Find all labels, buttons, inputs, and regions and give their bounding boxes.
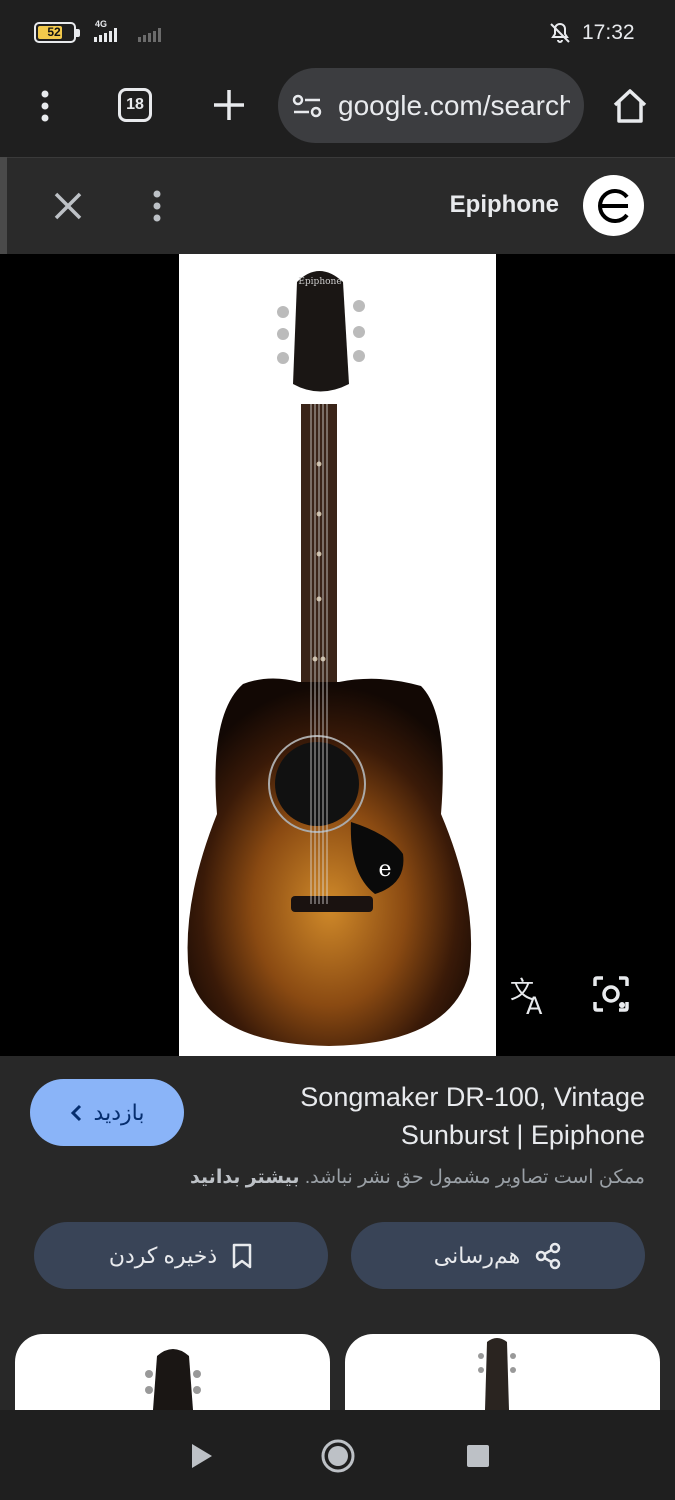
image-viewer-header: Epiphone — [0, 157, 675, 254]
source-logo[interactable] — [583, 175, 644, 236]
status-bar: 52 4G 17:32 — [0, 0, 675, 64]
clock: 17:32 — [582, 21, 635, 44]
close-icon[interactable] — [50, 188, 86, 224]
save-label: ذخیره کردن — [108, 1242, 218, 1268]
recents-icon[interactable] — [458, 1436, 498, 1476]
battery-icon: 52 — [34, 22, 80, 43]
signal-strength-icon — [94, 28, 117, 42]
new-tab-icon[interactable] — [210, 86, 248, 124]
browser-toolbar: 18 google.com/search — [0, 64, 675, 156]
address-bar[interactable]: google.com/search — [278, 68, 584, 143]
site-settings-icon[interactable] — [292, 92, 322, 120]
result-title[interactable]: Songmaker DR-100, Vintage Sunburst | Epi… — [225, 1078, 645, 1154]
translate-icon[interactable]: 文 A — [502, 968, 554, 1020]
share-button[interactable]: هم‌رسانی — [351, 1222, 645, 1289]
related-image-1[interactable] — [15, 1334, 330, 1410]
save-button[interactable]: ذخیره کردن — [34, 1222, 328, 1289]
svg-text:Epiphone: Epiphone — [298, 277, 341, 287]
tab-switcher-button[interactable]: 18 — [118, 88, 152, 122]
chevron-left-icon — [70, 1104, 81, 1121]
related-image-2[interactable] — [345, 1334, 660, 1410]
home-icon[interactable] — [610, 86, 650, 126]
battery-level: 52 — [47, 25, 61, 39]
copyright-text: ممکن است تصاویر مشمول حق نشر نباشد. — [304, 1167, 645, 1188]
svg-text:A: A — [526, 992, 543, 1020]
share-icon — [535, 1242, 561, 1269]
result-info-panel: بازدید Songmaker DR-100, Vintage Sunburs… — [0, 1056, 675, 1410]
image-area: Epiphone e 文 A — [0, 254, 675, 1056]
bell-off-icon — [550, 22, 570, 43]
back-icon[interactable] — [180, 1436, 220, 1476]
system-nav-bar — [0, 1410, 675, 1500]
visit-button[interactable]: بازدید — [30, 1079, 184, 1146]
source-name[interactable]: Epiphone — [450, 191, 559, 219]
more-options-icon[interactable] — [30, 86, 60, 126]
bookmark-icon — [232, 1243, 252, 1268]
guitar-image[interactable]: Epiphone e — [179, 254, 496, 1056]
home-nav-icon[interactable] — [318, 1436, 358, 1476]
copyright-notice: ممکن است تصاویر مشمول حق نشر نباشد. بیشت… — [45, 1166, 645, 1189]
viewer-more-icon[interactable] — [142, 186, 172, 226]
share-label: هم‌رسانی — [433, 1242, 521, 1268]
google-lens-icon[interactable] — [585, 968, 637, 1020]
signal-secondary-icon — [138, 28, 161, 42]
url-text[interactable]: google.com/search — [338, 90, 570, 122]
visit-label: بازدید — [93, 1099, 145, 1125]
svg-text:e: e — [378, 857, 391, 882]
learn-more-link[interactable]: بیشتر بدانید — [190, 1167, 300, 1188]
